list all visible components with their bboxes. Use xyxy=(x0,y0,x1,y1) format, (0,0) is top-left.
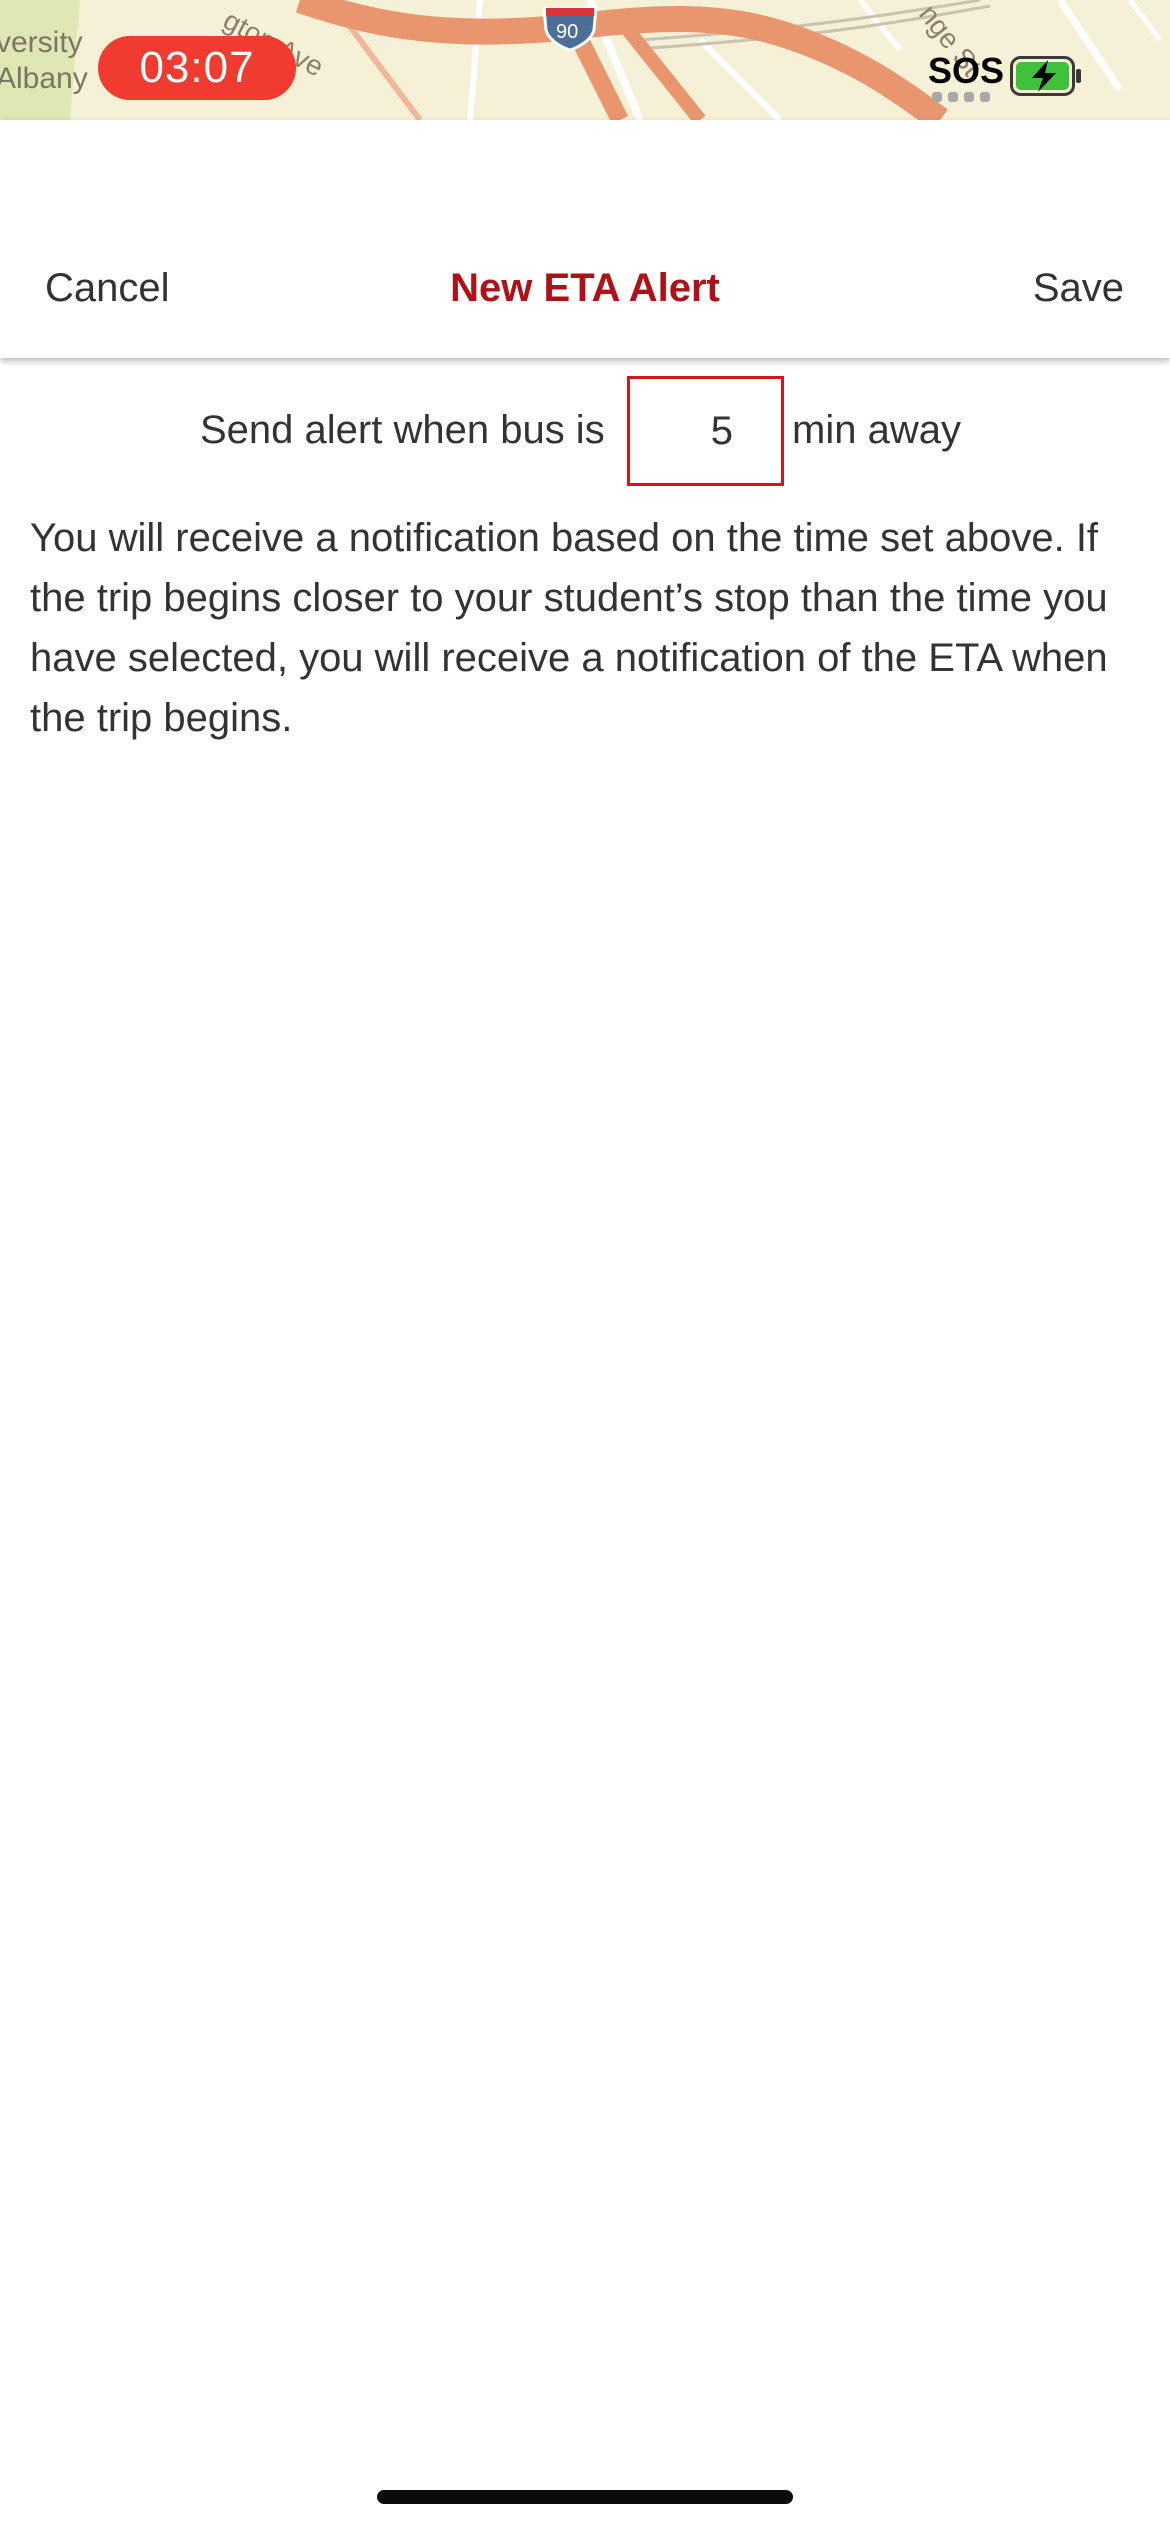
map-place-label: Albany xyxy=(0,62,88,95)
battery-charging-icon xyxy=(1010,56,1081,96)
home-indicator[interactable] xyxy=(377,2490,793,2504)
page-title: New ETA Alert xyxy=(450,266,720,310)
alert-suffix-label: min away xyxy=(792,408,961,452)
signal-dots-icon xyxy=(932,92,990,102)
call-timer-pill[interactable]: 03:07 xyxy=(98,36,296,100)
alert-threshold-row: Send alert when bus is 5 min away xyxy=(0,376,1170,486)
alert-prefix-label: Send alert when bus is xyxy=(200,408,605,452)
save-button[interactable]: Save xyxy=(1033,268,1124,308)
sos-indicator: SOS xyxy=(928,50,1005,91)
minutes-input[interactable]: 5 xyxy=(627,376,784,486)
alert-description: You will receive a notification based on… xyxy=(30,516,1108,740)
map-place-label: versity xyxy=(0,26,83,59)
highway-shield-label: 90 xyxy=(556,21,579,43)
navigation-header: Cancel New ETA Alert Save xyxy=(0,120,1170,358)
